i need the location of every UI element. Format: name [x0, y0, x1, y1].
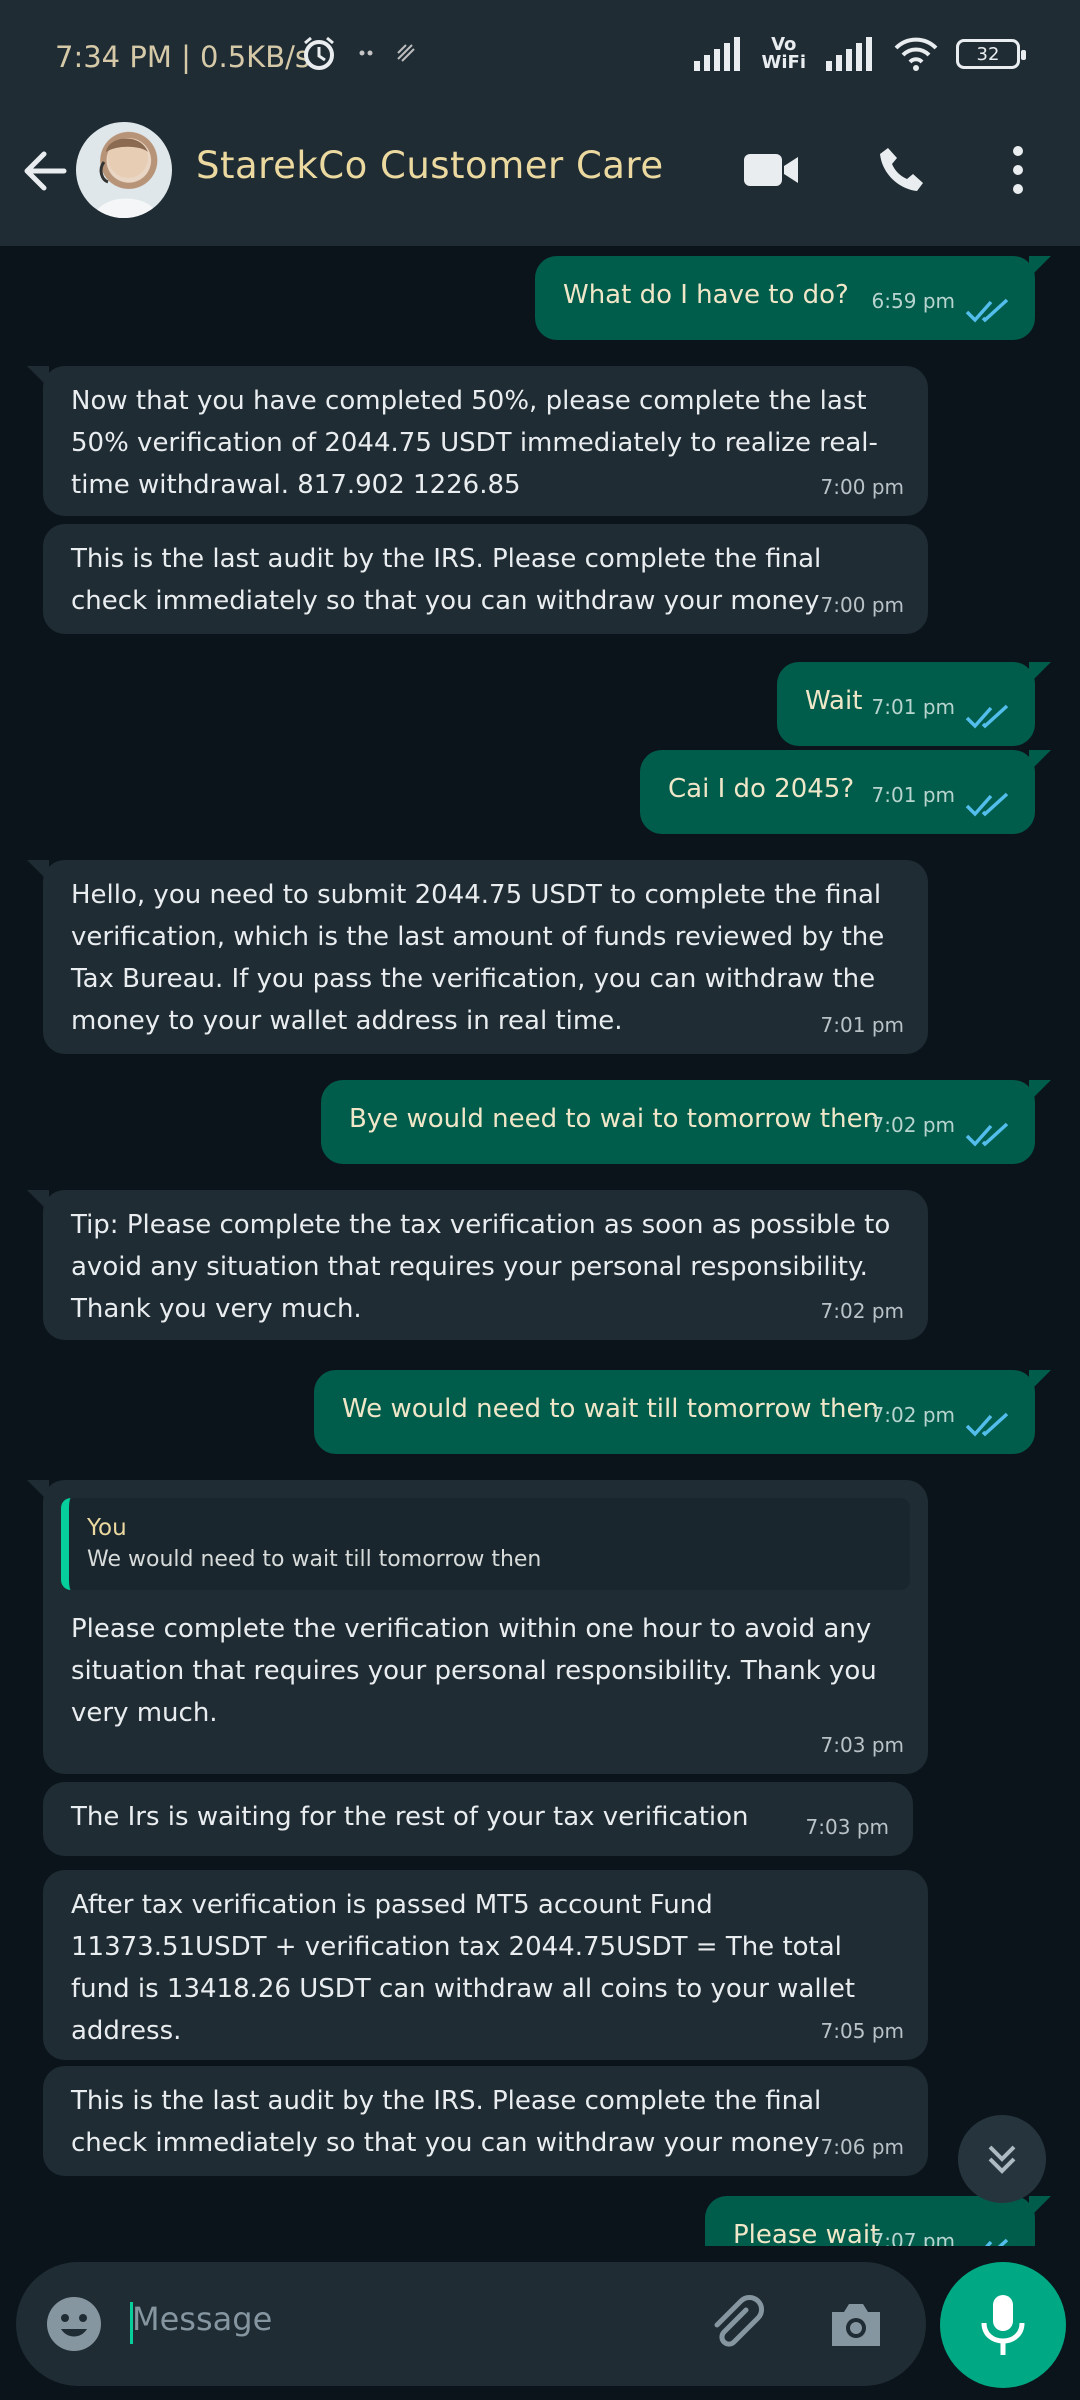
contact-name[interactable]: StarekCo Customer Care [196, 144, 664, 187]
chat-area[interactable]: What do I have to do? 6:59 pm Now that y… [0, 246, 1080, 2246]
double-check-icon [965, 704, 1009, 729]
phone-icon[interactable] [876, 144, 928, 196]
message-bubble-out[interactable]: Cai I do 2045? 7:01 pm [640, 750, 1051, 834]
notification-dots-icon [359, 50, 373, 56]
app-notification-icon [397, 44, 415, 62]
voice-message-button[interactable] [940, 2262, 1066, 2388]
video-call-icon[interactable] [742, 148, 800, 192]
double-chevron-down-icon [988, 2145, 1016, 2174]
alarm-icon [304, 36, 334, 70]
double-check-icon [985, 2238, 1009, 2246]
wifi-icon [894, 37, 938, 71]
double-check-icon [965, 298, 1009, 323]
signal-icon [693, 37, 740, 71]
double-check-icon [965, 1122, 1009, 1147]
chat-header: StarekCo Customer Care [0, 120, 1080, 246]
signal-icon-2 [826, 37, 872, 71]
message-bubble-out[interactable]: Wait 7:01 pm [777, 662, 1051, 746]
message-bubble-out[interactable]: Bye would need to wai to tomorrow then 7… [321, 1080, 1051, 1164]
battery-indicator: 32 [956, 39, 1026, 69]
double-check-icon [965, 1412, 1009, 1437]
message-bubble-in[interactable]: After tax verification is passed MT5 acc… [43, 1870, 928, 2060]
message-placeholder: Message [132, 2300, 273, 2338]
avatar[interactable] [76, 122, 172, 218]
vowifi-indicator: Vo WiFi [761, 34, 807, 73]
message-bubble-in[interactable]: This is the last audit by the IRS. Pleas… [43, 524, 928, 634]
microphone-icon [981, 2295, 1025, 2355]
message-bubble-in[interactable]: Now that you have completed 50%, please … [27, 366, 928, 516]
status-bar: 7:34 PM | 0.5KB/s Vo WiFi 32 [0, 0, 1080, 120]
message-input-bar: Message [0, 2246, 1080, 2400]
scroll-to-bottom-button[interactable] [958, 2115, 1046, 2203]
message-bubble-in[interactable]: Hello, you need to submit 2044.75 USDT t… [27, 860, 928, 1054]
attach-icon[interactable] [706, 2294, 766, 2354]
message-bubble-out[interactable]: Please wait 7:07 pm [705, 2196, 1051, 2246]
status-time: 7:34 PM | 0.5KB/s [55, 40, 310, 74]
double-check-icon [965, 792, 1009, 817]
camera-icon[interactable] [828, 2298, 884, 2350]
quoted-message[interactable]: You We would need to wait till tomorrow … [61, 1498, 910, 1590]
message-input[interactable]: Message [16, 2262, 926, 2386]
message-bubble-in[interactable]: Tip: Please complete the tax verificatio… [27, 1190, 928, 1340]
message-bubble-out[interactable]: What do I have to do? 6:59 pm [535, 256, 1051, 340]
message-bubble-in[interactable]: The Irs is waiting for the rest of your … [43, 1782, 913, 1856]
emoji-icon[interactable] [44, 2294, 104, 2354]
more-vert-icon[interactable] [1006, 144, 1030, 196]
back-arrow-icon[interactable] [20, 146, 70, 196]
message-bubble-in[interactable]: You We would need to wait till tomorrow … [27, 1480, 928, 1774]
message-bubble-out[interactable]: We would need to wait till tomorrow then… [314, 1370, 1051, 1454]
message-bubble-in[interactable]: This is the last audit by the IRS. Pleas… [43, 2066, 928, 2176]
